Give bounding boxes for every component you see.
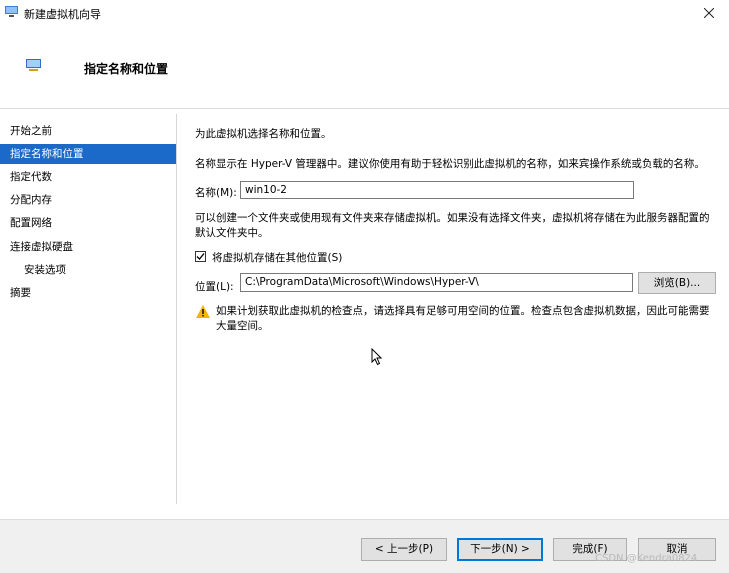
step-generation[interactable]: 指定代数 [0, 167, 176, 187]
store-elsewhere-label[interactable]: 将虚拟机存储在其他位置(S) [212, 250, 342, 265]
browse-button[interactable]: 浏览(B)... [638, 272, 716, 294]
watermark: CSDN @Kendra0824 [595, 553, 698, 564]
step-summary[interactable]: 摘要 [0, 283, 176, 303]
previous-button[interactable]: < 上一步(P) [361, 538, 447, 561]
name-label: 名称(M): [195, 187, 237, 199]
step-before-you-begin[interactable]: 开始之前 [0, 121, 176, 141]
name-hint-text: 名称显示在 Hyper-V 管理器中。建议你使用有助于轻松识别此虚拟机的名称，如… [195, 158, 705, 170]
step-virtual-disk[interactable]: 连接虚拟硬盘 [0, 237, 176, 257]
wizard-footer: < 上一步(P) 下一步(N) > 完成(F) 取消 [0, 519, 729, 573]
store-elsewhere-checkbox[interactable] [195, 251, 206, 262]
location-label: 位置(L): [195, 281, 234, 293]
name-input[interactable]: win10-2 [240, 181, 634, 199]
page-title: 指定名称和位置 [84, 62, 169, 76]
step-memory[interactable]: 分配内存 [0, 190, 176, 210]
wizard-header: 指定名称和位置 [0, 26, 729, 109]
title-bar: 新建虚拟机向导 [0, 0, 729, 26]
folder-hint-text: 可以创建一个文件夹或使用现有文件夹来存储虚拟机。如果没有选择文件夹，虚拟机将存储… [195, 212, 710, 239]
step-network[interactable]: 配置网络 [0, 213, 176, 233]
close-button[interactable] [689, 0, 729, 26]
step-name-and-location[interactable]: 指定名称和位置 [0, 144, 176, 164]
checkmark-icon [196, 253, 205, 260]
wizard-steps: 开始之前 指定名称和位置 指定代数 分配内存 配置网络 连接虚拟硬盘 安装选项 … [0, 109, 176, 509]
location-input[interactable]: C:\ProgramData\Microsoft\Windows\Hyper-V… [240, 273, 633, 292]
warning-text: 如果计划获取此虚拟机的检查点，请选择具有足够可用空间的位置。检查点包含虚拟机数据… [216, 305, 710, 332]
step-install-options[interactable]: 安装选项 [0, 260, 176, 280]
warning-icon [196, 305, 210, 318]
window-title: 新建虚拟机向导 [24, 8, 101, 21]
hyper-v-icon [5, 6, 18, 17]
virtual-machine-icon [26, 59, 41, 71]
intro-text: 为此虚拟机选择名称和位置。 [195, 128, 332, 140]
next-button[interactable]: 下一步(N) > [457, 538, 543, 561]
close-icon [704, 8, 714, 18]
sidebar-divider [176, 114, 177, 504]
mouse-cursor-icon [371, 348, 383, 366]
